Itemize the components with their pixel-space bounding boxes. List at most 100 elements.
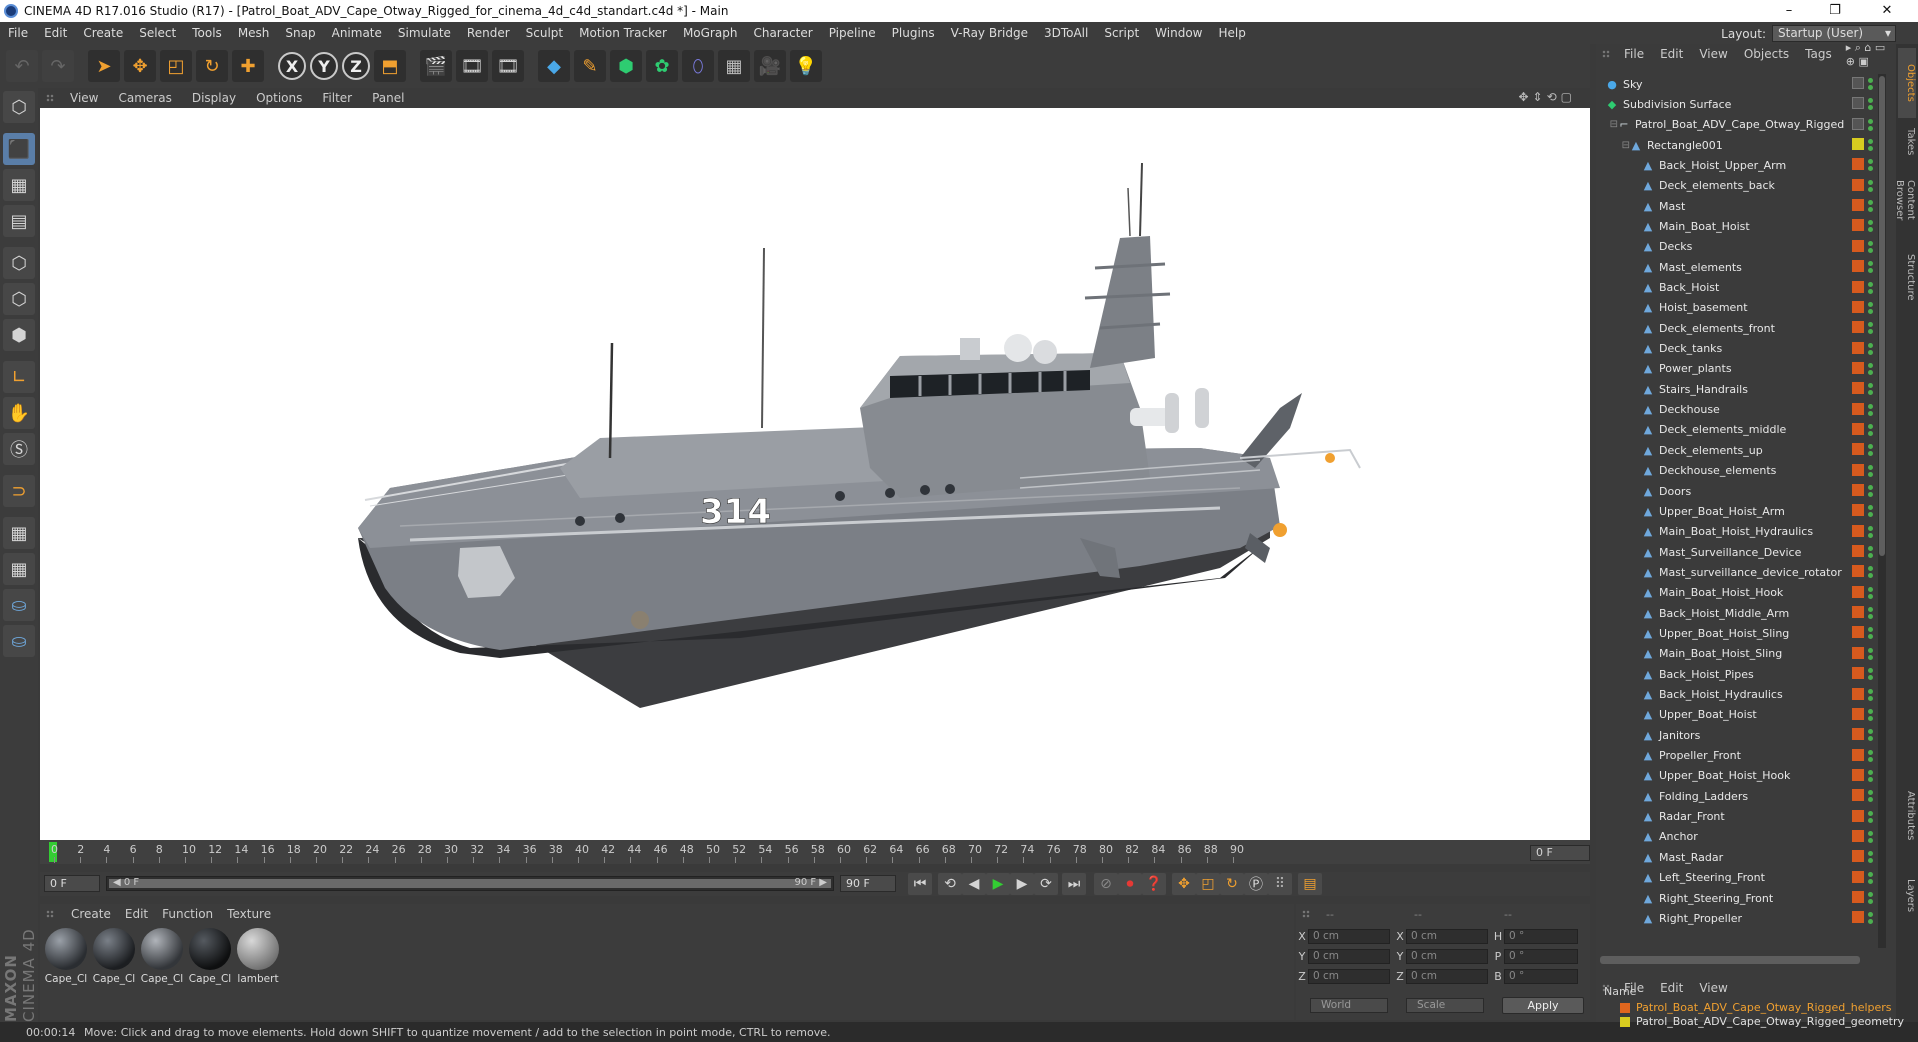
side-tab-content-browser[interactable]: Content Browser <box>1894 164 1916 236</box>
end-frame-field[interactable]: 90 F <box>840 875 896 892</box>
viewport-menu-display[interactable]: Display <box>182 91 246 105</box>
menu-mesh[interactable]: Mesh <box>230 26 278 40</box>
timeline-end-field[interactable]: 0 F <box>1530 845 1590 861</box>
material-swatch[interactable]: Cape_Cl <box>44 928 88 988</box>
layer-color-tag[interactable] <box>1852 829 1864 842</box>
visibility-dots[interactable] <box>1868 280 1873 296</box>
layer-color-tag[interactable] <box>1852 199 1864 212</box>
visibility-dots[interactable] <box>1868 890 1873 906</box>
menu-sculpt[interactable]: Sculpt <box>518 26 571 40</box>
object-row[interactable]: ▲ Main_Boat_Hoist_Hydraulics <box>1600 522 1874 542</box>
previous-frame-button[interactable]: ◀ <box>962 873 986 895</box>
object-menu-edit[interactable]: Edit <box>1652 47 1691 61</box>
object-row[interactable]: ⊟ ▲ Rectangle001 <box>1600 135 1874 155</box>
visibility-dots[interactable] <box>1868 320 1873 336</box>
visibility-dots[interactable] <box>1868 402 1873 418</box>
viewport-menu-filter[interactable]: Filter <box>312 91 362 105</box>
visibility-dots[interactable] <box>1868 687 1873 703</box>
go-to-start-button[interactable]: ⏮ <box>908 873 932 895</box>
lock-workplane-button[interactable]: ▦ <box>3 517 35 549</box>
layer-color-tag[interactable] <box>1852 77 1864 89</box>
visibility-dots[interactable] <box>1868 259 1873 275</box>
layer-color-tag[interactable] <box>1852 524 1864 537</box>
key-pla-button[interactable]: ⠿ <box>1268 873 1292 895</box>
layer-color-tag[interactable] <box>1852 97 1864 110</box>
magnet-tool-button[interactable]: ⊃ <box>3 475 35 507</box>
add-subdivision-button[interactable]: ⬢ <box>610 50 642 82</box>
object-menu-objects[interactable]: Objects <box>1736 47 1797 61</box>
visibility-dots[interactable] <box>1868 788 1873 804</box>
add-pen-spline-button[interactable]: ✎ <box>574 50 606 82</box>
layer-color-tag[interactable] <box>1852 239 1864 252</box>
side-tab-structure[interactable]: Structure <box>1898 242 1916 312</box>
object-row[interactable]: ▲ Mast <box>1600 196 1874 216</box>
rotate-tool[interactable]: ↻ <box>196 50 228 82</box>
visibility-dots[interactable] <box>1868 361 1873 377</box>
viewport-navigation-icons[interactable]: ✥⇕⟲▢ <box>1518 90 1576 104</box>
object-row[interactable]: ▲ Power_plants <box>1600 359 1874 379</box>
object-tree-scrollbar[interactable] <box>1878 74 1886 948</box>
material-menu-texture[interactable]: Texture <box>220 907 278 921</box>
menu-render[interactable]: Render <box>459 26 518 40</box>
layer-color-tag[interactable] <box>1852 687 1864 700</box>
menu-plugins[interactable]: Plugins <box>884 26 943 40</box>
side-tab-objects[interactable]: Objects <box>1898 48 1916 118</box>
record-button[interactable]: ⏺ <box>1118 873 1142 895</box>
object-row[interactable]: ▲ Main_Boat_Hoist_Hook <box>1600 583 1874 603</box>
visibility-dots[interactable] <box>1868 218 1873 234</box>
planar-workplane-button[interactable]: ▦ <box>3 553 35 585</box>
layer-color-tag[interactable] <box>1852 911 1864 924</box>
object-row[interactable]: ▲ Mast_Radar <box>1600 847 1874 867</box>
layer-color-tag[interactable] <box>1852 646 1864 659</box>
key-parameter-button[interactable]: Ⓟ <box>1244 873 1268 895</box>
material-menu-create[interactable]: Create <box>64 907 118 921</box>
x-axis-lock[interactable]: X <box>278 52 306 80</box>
render-settings-button[interactable]: 🎞 <box>492 50 524 82</box>
menu-simulate[interactable]: Simulate <box>390 26 459 40</box>
snapping-button[interactable]: Ⓢ <box>3 433 35 465</box>
object-toolbar-icons[interactable]: ▸ ⌕ ⌂ ▭ ⊕ ▣ <box>1846 41 1896 68</box>
z-axis-lock[interactable]: Z <box>342 52 370 80</box>
object-row[interactable]: ▲ Main_Boat_Hoist <box>1600 216 1874 236</box>
menu-mograph[interactable]: MoGraph <box>675 26 746 40</box>
add-array-button[interactable]: ✿ <box>646 50 678 82</box>
rot-h-field[interactable]: 0 ° <box>1504 929 1578 944</box>
layer-color-tag[interactable] <box>1852 138 1864 151</box>
key-rotation-button[interactable]: ↻ <box>1220 873 1244 895</box>
python-script-button-2[interactable]: ⛀ <box>3 625 35 657</box>
material-menu-edit[interactable]: Edit <box>118 907 155 921</box>
object-row[interactable]: ▲ Mast_elements <box>1600 257 1874 277</box>
add-camera-button[interactable]: 🎥 <box>754 50 786 82</box>
layer-color-tag[interactable] <box>1852 809 1864 822</box>
layer-color-tag[interactable] <box>1852 158 1864 171</box>
visibility-dots[interactable] <box>1868 666 1873 682</box>
viewport-menu-view[interactable]: View <box>60 91 108 105</box>
rot-p-field[interactable]: 0 ° <box>1504 949 1578 964</box>
menu-edit[interactable]: Edit <box>36 26 75 40</box>
visibility-dots[interactable] <box>1868 381 1873 397</box>
visibility-dots[interactable] <box>1868 76 1873 92</box>
layer-color-tag[interactable] <box>1852 422 1864 435</box>
object-row[interactable]: ▲ Upper_Boat_Hoist_Hook <box>1600 766 1874 786</box>
layer-color-tag[interactable] <box>1852 504 1864 517</box>
visibility-dots[interactable] <box>1868 564 1873 580</box>
menu-pipeline[interactable]: Pipeline <box>821 26 884 40</box>
maximize-button[interactable]: ❐ <box>1812 0 1858 22</box>
layer-color-tag[interactable] <box>1852 321 1864 334</box>
viewport-menu-panel[interactable]: Panel <box>362 91 414 105</box>
visibility-dots[interactable] <box>1868 341 1873 357</box>
material-swatch[interactable]: lambert <box>236 928 280 988</box>
object-row[interactable]: ▲ Back_Hoist_Pipes <box>1600 664 1874 684</box>
object-row[interactable]: ▲ Right_Propeller <box>1600 908 1874 928</box>
render-view-button[interactable]: 🎬 <box>420 50 452 82</box>
redo-button[interactable]: ↷ <box>42 50 74 82</box>
pos-y-field[interactable]: 0 cm <box>1308 949 1390 964</box>
menu-snap[interactable]: Snap <box>277 26 323 40</box>
object-row[interactable]: ▲ Hoist_basement <box>1600 298 1874 318</box>
visibility-dots[interactable] <box>1868 707 1873 723</box>
object-row[interactable]: ▲ Folding_Ladders <box>1600 786 1874 806</box>
layer-color-tag[interactable] <box>1852 728 1864 741</box>
undo-button[interactable]: ↶ <box>6 50 38 82</box>
preview-range-slider[interactable]: ◀ 0 F 90 F ▶ <box>106 876 834 891</box>
object-row[interactable]: ▲ Stairs_Handrails <box>1600 379 1874 399</box>
